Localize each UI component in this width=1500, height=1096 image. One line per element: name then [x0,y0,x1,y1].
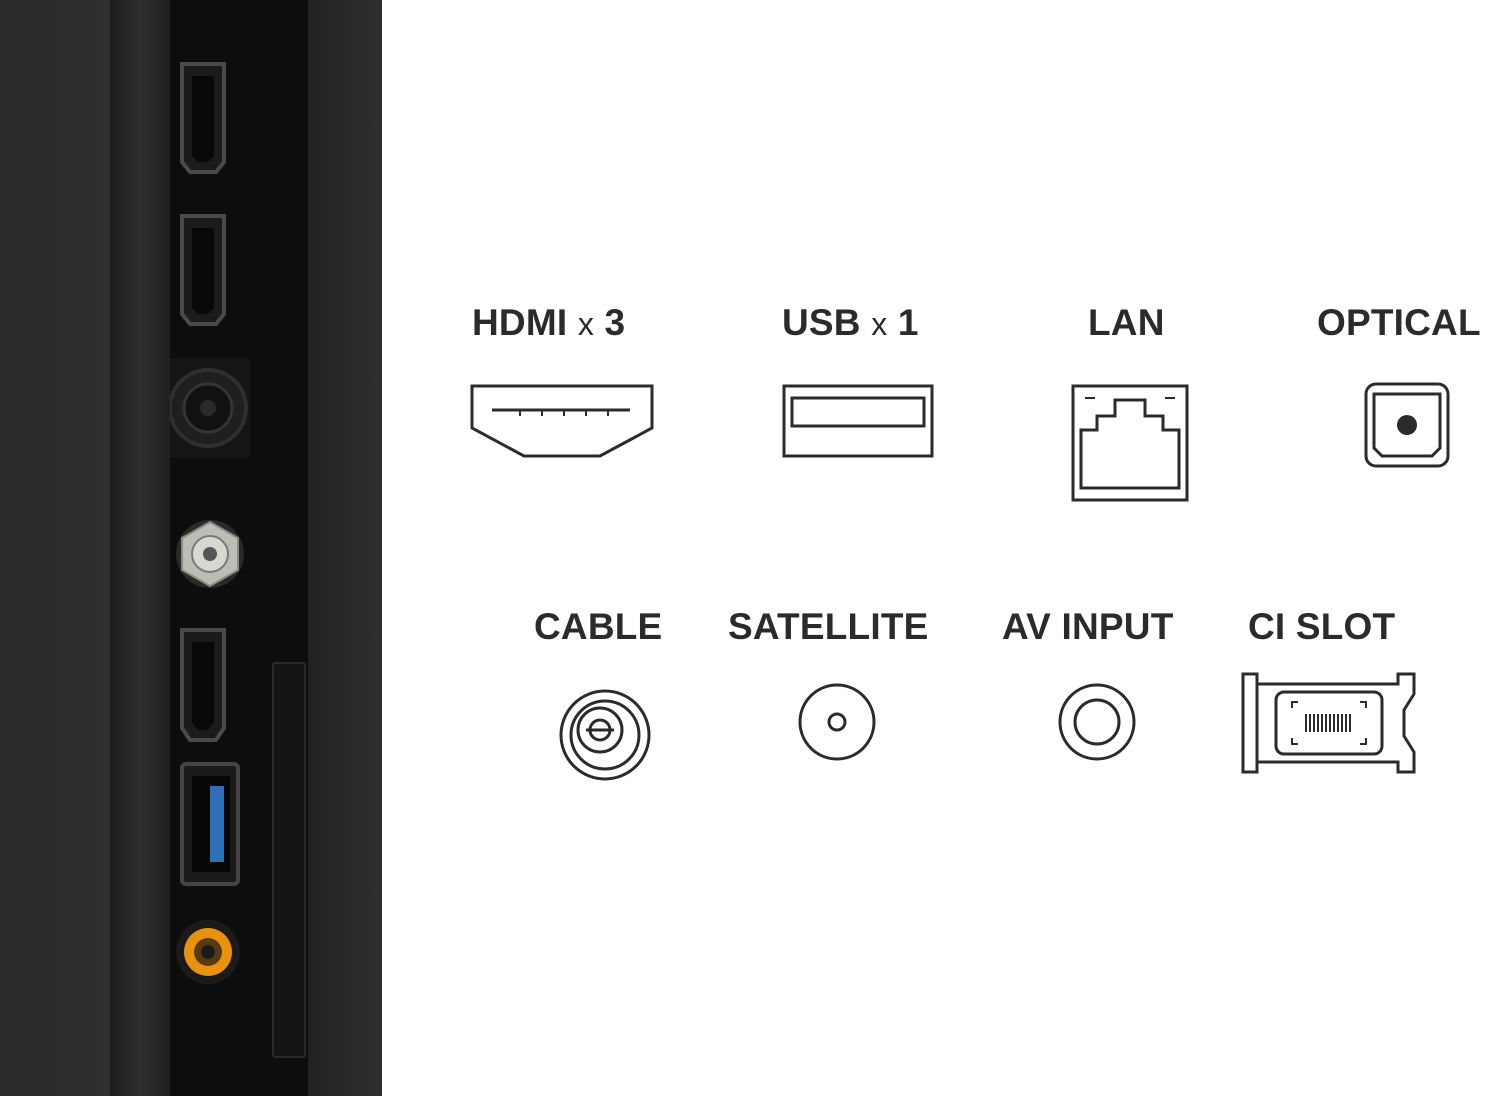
usb-label: USB x 1 [782,302,919,343]
satellite-label: SATELLITE [728,606,929,647]
cable-port-icon [559,689,651,781]
physical-hdmi-port-3 [180,628,226,742]
lan-port-icon [1071,384,1189,502]
satellite-port-icon [798,683,876,761]
physical-ci-slot [272,662,306,1058]
cable-label: CABLE [534,606,663,647]
tv-side-photo [0,0,382,1096]
physical-usb-port [180,762,240,886]
physical-antenna-port [170,358,250,458]
optical-label: OPTICAL [1317,302,1481,343]
av-input-port-icon [1058,683,1136,761]
av-input-label: AV INPUT [1002,606,1174,647]
physical-satellite-port [176,520,244,588]
usb-port-icon [782,384,934,458]
physical-av-port [176,920,240,984]
tv-edge [308,0,382,1096]
hdmi-label: HDMI x 3 [472,302,626,343]
physical-hdmi-port-1 [180,62,226,174]
optical-port-icon [1364,382,1450,468]
ci-slot-icon [1241,672,1416,774]
lan-label: LAN [1088,302,1165,343]
physical-hdmi-port-2 [180,214,226,326]
hdmi-port-icon [470,384,654,458]
tv-bezel [110,0,170,1096]
ci-slot-label: CI SLOT [1248,606,1396,647]
